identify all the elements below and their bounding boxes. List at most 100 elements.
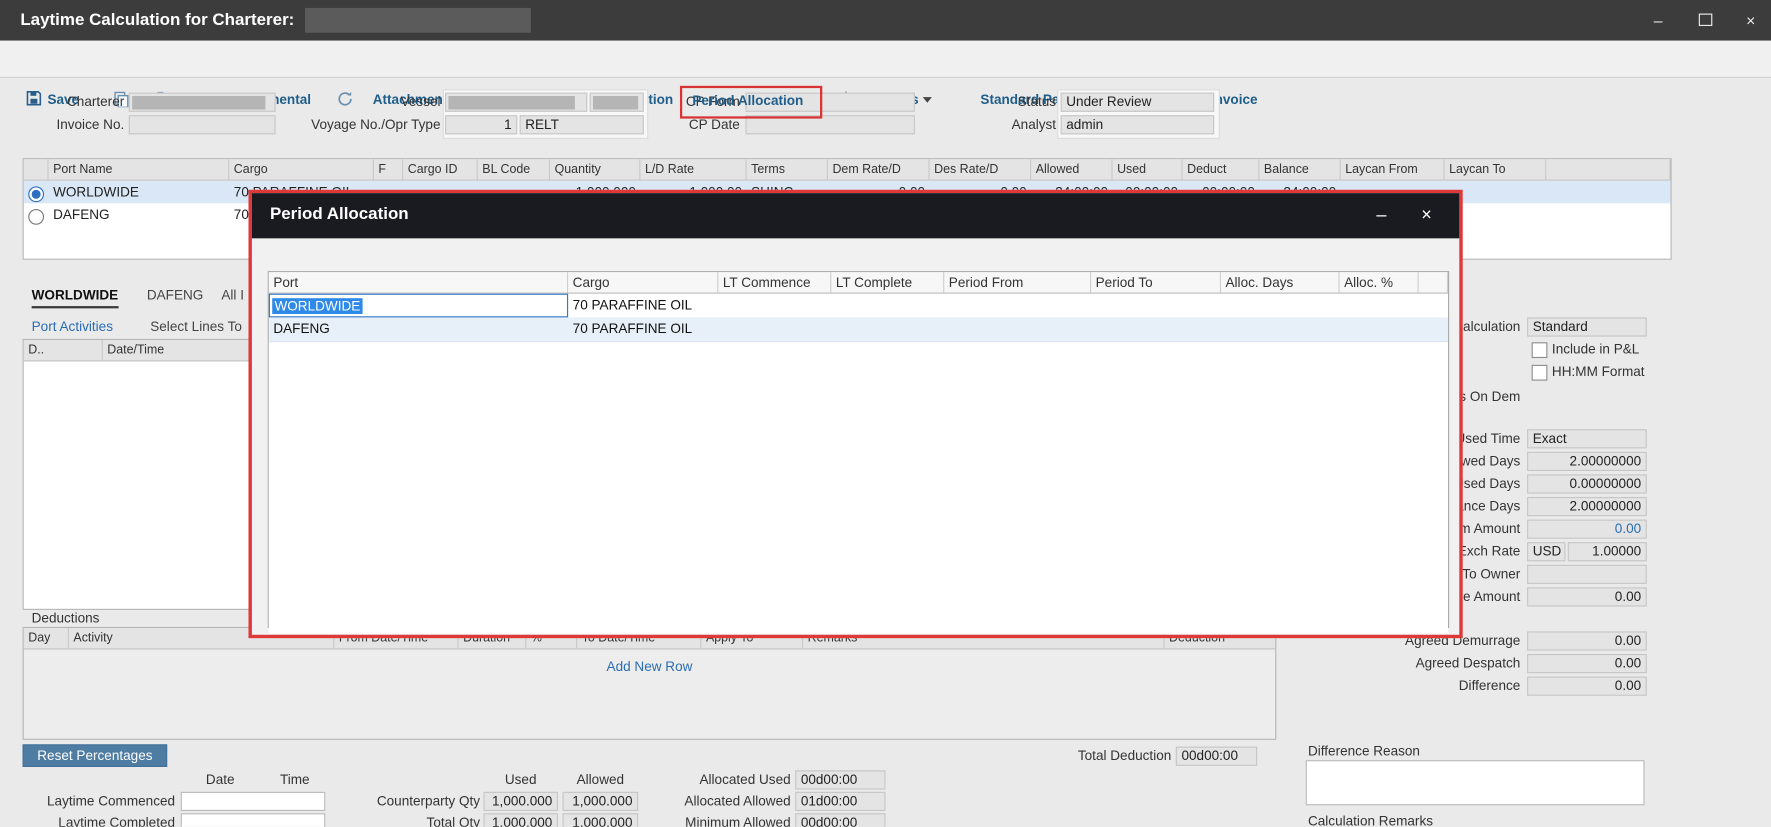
allowed-header: Allowed <box>562 770 638 789</box>
redacted-vessel-code <box>593 96 638 110</box>
row-radio[interactable] <box>28 209 44 225</box>
maximize-icon <box>1699 14 1713 26</box>
column-header-laycan-to[interactable]: Laycan To <box>1445 159 1547 179</box>
period-allocation-highlight: Period Allocation <box>680 86 822 119</box>
column-header-used[interactable]: Used <box>1113 159 1183 179</box>
selected-text: WORLDWIDE <box>272 298 362 314</box>
column-header-quantity[interactable]: Quantity <box>550 159 640 179</box>
redacted-charterer-value <box>132 96 265 110</box>
dialog-minimize-button[interactable]: – <box>1367 202 1396 229</box>
to-owner-field[interactable] <box>1527 565 1647 584</box>
used-time-field[interactable]: Exact <box>1527 429 1647 448</box>
cell-port-editing[interactable]: WORLDWIDE <box>269 294 568 318</box>
column-header-cargo[interactable]: Cargo <box>568 272 718 292</box>
status-field[interactable]: Under Review <box>1061 93 1215 112</box>
counterparty-used-value: 1,000.000 <box>483 792 558 811</box>
column-header-day[interactable]: Day <box>24 628 69 648</box>
column-header-terms[interactable]: Terms <box>747 159 828 179</box>
difference-reason-textarea[interactable] <box>1306 760 1645 805</box>
column-header-lt-commence[interactable]: LT Commence <box>718 272 831 292</box>
invoice-no-field[interactable] <box>129 115 276 134</box>
column-header-deduct[interactable]: Deduct <box>1183 159 1260 179</box>
allocated-used-value: 00d00:00 <box>795 770 885 789</box>
difference-label: Difference <box>1242 677 1520 696</box>
select-lines-link[interactable]: Select Lines To <box>150 319 242 335</box>
agreed-demurrage-value[interactable]: 0.00 <box>1527 631 1647 650</box>
voyage-no-field[interactable]: 1 <box>445 115 517 134</box>
status-label: Status <box>954 93 1056 112</box>
column-header-cargo[interactable]: Cargo <box>229 159 374 179</box>
tab-all[interactable]: All I <box>221 287 244 306</box>
dialog-close-button[interactable]: × <box>1412 202 1441 229</box>
period-row-dafeng[interactable]: DAFENG 70 PARAFFINE OIL <box>269 317 1448 342</box>
hhmm-format-label: HH:MM Format <box>1552 363 1645 382</box>
difference-reason-label: Difference Reason <box>1308 742 1420 761</box>
opr-type-field[interactable]: RELT <box>520 115 644 134</box>
cell-port-name[interactable]: WORLDWIDE <box>49 181 230 204</box>
include-pl-label: Include in P&L <box>1552 340 1639 359</box>
invoice-no-label: Invoice No. <box>0 115 124 134</box>
total-deduction-value: 00d00:00 <box>1176 747 1257 766</box>
hhmm-format-checkbox[interactable] <box>1532 365 1548 381</box>
column-header-bl-code[interactable]: BL Code <box>478 159 550 179</box>
reset-percentages-button[interactable]: Reset Percentages <box>23 744 168 767</box>
payable-amount-value: 0.00 <box>1527 587 1647 606</box>
column-header-f[interactable]: F <box>374 159 403 179</box>
column-header-period-from[interactable]: Period From <box>944 272 1091 292</box>
column-header-ld-rate[interactable]: L/D Rate <box>640 159 746 179</box>
row-radio-selected[interactable] <box>28 187 44 203</box>
column-header-period-to[interactable]: Period To <box>1091 272 1221 292</box>
deductions-grid: Day Activity From Date/Time Duration % T… <box>23 627 1277 740</box>
period-allocation-dialog: Period Allocation – × Port Cargo LT Comm… <box>248 190 1462 638</box>
allocated-allowed-label: Allocated Allowed <box>633 792 791 811</box>
laytime-completed-input[interactable] <box>181 813 326 827</box>
period-row-worldwide[interactable]: WORLDWIDE 70 PARAFFINE OIL <box>269 294 1448 318</box>
maximize-button[interactable] <box>1683 0 1728 41</box>
period-allocation-button[interactable]: Period Allocation <box>692 93 803 109</box>
allocated-used-label: Allocated Used <box>633 770 791 789</box>
column-header-alloc-days[interactable]: Alloc. Days <box>1221 272 1340 292</box>
cell-port-name[interactable]: DAFENG <box>49 203 230 226</box>
cell-cargo[interactable]: 70 PARAFFINE OIL <box>568 317 718 341</box>
minimum-allowed-label: Minimum Allowed <box>633 813 791 827</box>
column-header-laycan-from[interactable]: Laycan From <box>1341 159 1445 179</box>
agreed-despatch-label: Agreed Despatch <box>1242 654 1520 673</box>
charterer-label: Charterer <box>0 93 124 112</box>
redacted-vessel-value <box>448 96 575 110</box>
application-window: Laytime Calculation for Charterer: – × S… <box>0 0 1771 827</box>
column-header-lt-complete[interactable]: LT Complete <box>831 272 944 292</box>
tab-dafeng[interactable]: DAFENG <box>147 287 203 306</box>
cell-cargo[interactable]: 70 PARAFFINE OIL <box>568 294 718 318</box>
add-new-row-link[interactable]: Add New Row <box>607 658 693 674</box>
column-header-des-rate[interactable]: Des Rate/D <box>930 159 1032 179</box>
laytime-commenced-input[interactable] <box>181 792 326 811</box>
charterer-field[interactable] <box>129 93 276 112</box>
column-header-dem-rate[interactable]: Dem Rate/D <box>828 159 930 179</box>
balance-days-value: 2.00000000 <box>1527 497 1647 516</box>
agreed-despatch-value[interactable]: 0.00 <box>1527 654 1647 673</box>
port-activities-link[interactable]: Port Activities <box>32 319 113 335</box>
minimum-allowed-value: 00d00:00 <box>795 813 885 827</box>
minimize-button[interactable]: – <box>1636 0 1681 41</box>
close-button[interactable]: × <box>1728 0 1771 41</box>
tab-worldwide[interactable]: WORLDWIDE <box>32 287 119 308</box>
counterparty-qty-label: Counterparty Qty <box>322 792 480 811</box>
column-header-allowed[interactable]: Allowed <box>1031 159 1112 179</box>
total-allowed-value: 1,000.000 <box>562 813 638 827</box>
column-header-alloc-pct[interactable]: Alloc. % <box>1340 272 1419 292</box>
column-header-day-short[interactable]: D.. <box>24 340 103 360</box>
currency-field[interactable]: USD <box>1527 542 1565 561</box>
column-header-balance[interactable]: Balance <box>1259 159 1340 179</box>
toolbar: Save New Incremental Attachments Commiss… <box>0 41 1771 78</box>
vessel-label: Vessel <box>316 93 440 112</box>
column-header-port[interactable]: Port <box>269 272 568 292</box>
allowed-days-value: 2.00000000 <box>1527 452 1647 471</box>
exch-rate-value[interactable]: 1.00000 <box>1568 542 1647 561</box>
column-header-port-name[interactable]: Port Name <box>49 159 230 179</box>
include-pl-checkbox[interactable] <box>1532 342 1548 358</box>
analyst-field[interactable]: admin <box>1061 115 1215 134</box>
calculation-field[interactable]: Standard <box>1527 317 1647 336</box>
cell-port[interactable]: DAFENG <box>269 317 568 341</box>
vessel-field[interactable] <box>445 93 587 112</box>
column-header-cargo-id[interactable]: Cargo ID <box>403 159 478 179</box>
